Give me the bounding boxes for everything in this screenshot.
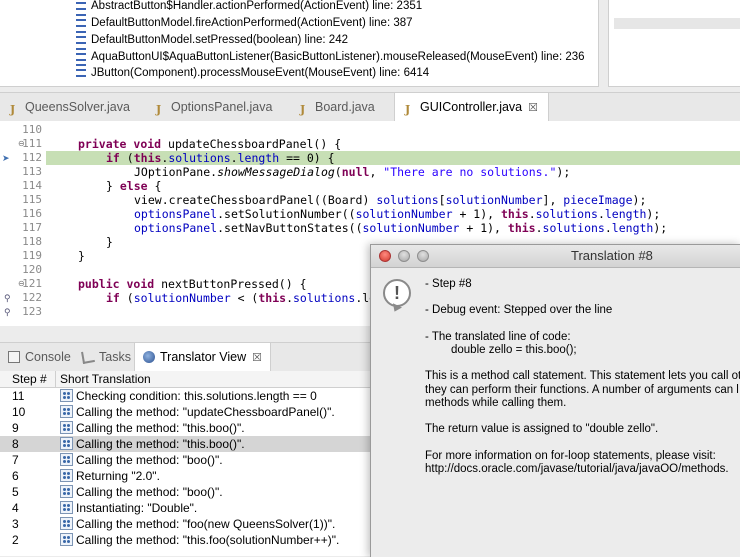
- code-line-113: JOptionPane.showMessageDialog(null, "The…: [134, 165, 571, 179]
- window-minimize-button[interactable]: [398, 250, 410, 262]
- tab-gui-controller[interactable]: J GUIController.java ☒: [394, 93, 549, 121]
- tab-board[interactable]: J Board.java: [300, 93, 375, 121]
- java-file-icon: J: [10, 103, 16, 116]
- line-number: 123: [22, 305, 42, 318]
- line-number: 119: [22, 249, 42, 262]
- translation-step-icon: [60, 405, 73, 418]
- line-number: 122: [22, 291, 42, 304]
- fold-toggle-icon[interactable]: ⊖: [18, 279, 25, 288]
- translation-step-icon: [60, 421, 73, 434]
- line-number-gutter: 110 111 112 113 114 115 116 117 118 119 …: [0, 121, 46, 326]
- java-file-icon: J: [405, 103, 411, 116]
- code-line-112: if (this.solutions.length == 0) {: [106, 151, 335, 165]
- translation-step-icon: [60, 453, 73, 466]
- debug-hint-icon: ⚲: [4, 293, 11, 303]
- variables-panel-scrollbar[interactable]: [614, 18, 740, 29]
- dialog-more-info-text: For more information on for-loop stateme…: [425, 450, 716, 462]
- dialog-title: Translation #8: [571, 248, 653, 263]
- code-line-121: public void nextButtonPressed() {: [78, 277, 307, 291]
- translator-icon: [143, 351, 155, 363]
- code-line-116: optionsPanel.setSolutionNumber((solution…: [134, 207, 661, 221]
- line-number: 118: [22, 235, 42, 248]
- stack-frame[interactable]: DefaultButtonModel.setPressed(boolean) l…: [76, 31, 348, 48]
- java-file-icon: J: [156, 103, 162, 116]
- column-header-step[interactable]: Step #: [12, 371, 47, 387]
- translation-step-icon: [60, 437, 73, 450]
- translation-step-icon: [60, 469, 73, 482]
- code-line-117: optionsPanel.setNavButtonStates((solutio…: [134, 221, 668, 235]
- dialog-event-text: - Debug event: Stepped over the line: [425, 304, 613, 316]
- java-file-icon: J: [300, 103, 306, 116]
- window-zoom-button[interactable]: [417, 250, 429, 262]
- column-divider[interactable]: [55, 371, 56, 387]
- line-number: 112: [22, 151, 42, 164]
- translation-step-icon: [60, 485, 73, 498]
- tab-tasks[interactable]: Tasks: [81, 343, 131, 371]
- line-number: 110: [22, 123, 42, 136]
- tab-translator-view[interactable]: Translator View ☒: [134, 343, 272, 371]
- debug-stack-panel: AbstractButton$Handler.actionPerformed(A…: [0, 0, 599, 87]
- stack-frame[interactable]: JButton(Component).processMouseEvent(Mou…: [76, 64, 429, 81]
- stack-frame-icon: [76, 31, 86, 44]
- stack-frame[interactable]: DefaultButtonModel.fireActionPerformed(A…: [76, 14, 413, 31]
- code-line-111: private void updateChessboardPanel() {: [78, 137, 342, 151]
- tab-options-panel[interactable]: J OptionsPanel.java: [156, 93, 272, 121]
- dialog-code-text: double zello = this.boo();: [451, 344, 577, 356]
- code-line-114: } else {: [106, 179, 162, 193]
- translation-step-icon: [60, 501, 73, 514]
- variables-panel: [608, 0, 740, 87]
- stack-frame-icon: [76, 64, 86, 77]
- column-header-translation[interactable]: Short Translation: [60, 371, 151, 387]
- code-line-122: if (solutionNumber < (this.solutions.len: [106, 291, 383, 305]
- stack-frame-icon: [76, 14, 86, 27]
- close-tab-icon[interactable]: ☒: [528, 102, 538, 114]
- dialog-titlebar[interactable]: Translation #8: [371, 245, 740, 268]
- dialog-explanation-line: methods while calling them.: [425, 397, 567, 409]
- dialog-explanation-line: they can perform their functions. A numb…: [425, 384, 739, 396]
- close-tab-icon[interactable]: ☒: [252, 352, 262, 364]
- translation-step-icon: [60, 389, 73, 402]
- dialog-translated-label: - The translated line of code:: [425, 331, 571, 343]
- stack-frame[interactable]: AquaButtonUI$AquaButtonListener(BasicBut…: [76, 48, 585, 65]
- line-number: 116: [22, 207, 42, 220]
- line-number: 113: [22, 165, 42, 178]
- dialog-step-text: - Step #8: [425, 278, 472, 290]
- stack-frame[interactable]: AbstractButton$Handler.actionPerformed(A…: [76, 0, 422, 14]
- tasks-icon: [81, 350, 95, 364]
- line-number: 120: [22, 263, 42, 276]
- tab-queens-solver[interactable]: J QueensSolver.java: [10, 93, 130, 121]
- code-line-115: view.createChessboardPanel((Board) solut…: [134, 193, 647, 207]
- line-number: 114: [22, 179, 42, 192]
- line-number: 117: [22, 221, 42, 234]
- translation-step-icon: [60, 517, 73, 530]
- editor-tab-bar: J QueensSolver.java J OptionsPanel.java JB…: [0, 92, 740, 122]
- dialog-docs-link[interactable]: http://docs.oracle.com/javase/tutorial/j…: [425, 463, 729, 475]
- stack-frame-icon: [76, 0, 86, 10]
- translation-step-icon: [60, 533, 73, 546]
- line-number: 115: [22, 193, 42, 206]
- fold-toggle-icon[interactable]: ⊖: [18, 139, 25, 148]
- code-line-119: }: [78, 249, 85, 263]
- info-alert-icon: !: [383, 279, 411, 307]
- translation-dialog: Translation #8 ! - Step #8 - Debug event…: [370, 244, 740, 557]
- stack-frame-icon: [76, 48, 86, 61]
- dialog-return-text: The return value is assigned to "double …: [425, 423, 659, 435]
- debug-hint-icon: ⚲: [4, 307, 11, 317]
- console-icon: [8, 351, 20, 363]
- current-line-arrow-icon: ➤: [2, 153, 10, 163]
- code-line-118: }: [106, 235, 113, 249]
- dialog-explanation-line: This is a method call statement. This st…: [425, 370, 740, 382]
- window-close-button[interactable]: [379, 250, 391, 262]
- tab-console[interactable]: Console: [8, 343, 71, 371]
